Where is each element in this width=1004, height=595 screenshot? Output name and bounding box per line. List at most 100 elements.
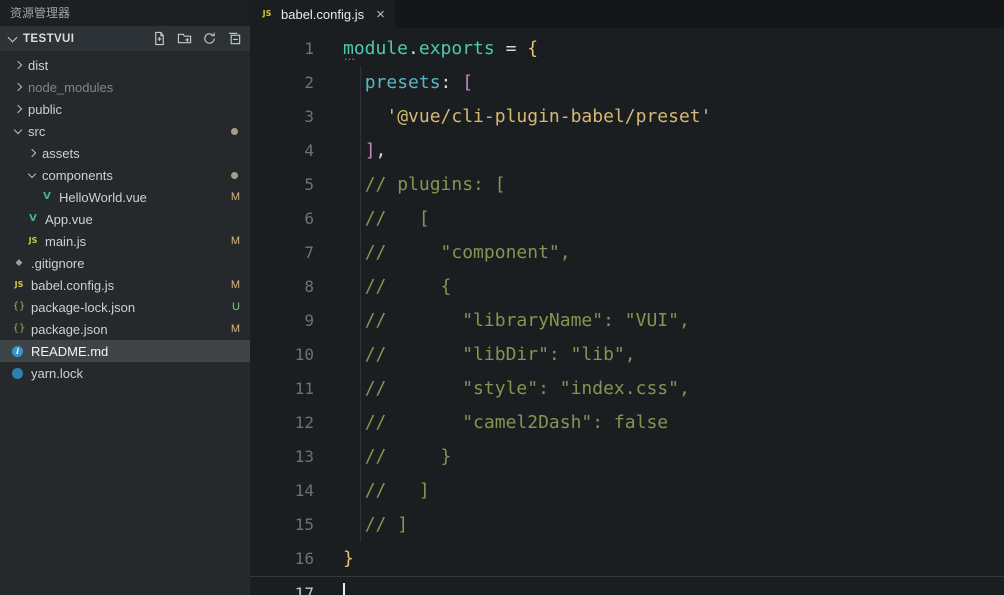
code-text: // { bbox=[364, 276, 452, 297]
code-line-5[interactable]: 5 // plugins: [ bbox=[250, 168, 1004, 202]
code-line-1[interactable]: 1 module.exports = { bbox=[250, 32, 1004, 66]
file-label: node_modules bbox=[28, 79, 114, 95]
info-icon: i bbox=[12, 345, 23, 357]
code-editor: 1 module.exports = {2 presets: [3 '@vue/c… bbox=[250, 28, 1004, 595]
tree-item-readme-md[interactable]: i README.md bbox=[0, 340, 250, 362]
inline-hint-ellipsis: … bbox=[344, 50, 356, 63]
code-line-14[interactable]: 14 // ] bbox=[250, 474, 1004, 508]
code-text: // } bbox=[364, 446, 452, 467]
text-cursor bbox=[343, 583, 345, 595]
line-number: 11 bbox=[294, 379, 314, 398]
chevron-right-icon bbox=[12, 81, 24, 93]
code-lines: 1 module.exports = {2 presets: [3 '@vue/c… bbox=[250, 32, 1004, 595]
tree-item--gitignore[interactable]: ◆ .gitignore bbox=[0, 252, 250, 274]
tree-item-assets[interactable]: assets bbox=[0, 142, 250, 164]
code-text: // [ bbox=[364, 208, 430, 229]
line-number: 12 bbox=[294, 413, 314, 432]
tree-item-helloworld-vue[interactable]: V HelloWorld.vue M bbox=[0, 186, 250, 208]
tree-item-main-js[interactable]: JS main.js M bbox=[0, 230, 250, 252]
line-number: 16 bbox=[294, 549, 314, 568]
code-line-9[interactable]: 9 // "libraryName": "VUI", bbox=[250, 304, 1004, 338]
file-label: assets bbox=[42, 145, 80, 161]
tab-label: babel.config.js bbox=[281, 6, 365, 22]
code-text: presets: [ bbox=[364, 72, 474, 93]
tree-item-app-vue[interactable]: V App.vue bbox=[0, 208, 250, 230]
chevron-right-icon bbox=[26, 147, 38, 159]
chevron-right-icon bbox=[12, 103, 24, 115]
project-section-header[interactable]: TESTVUI bbox=[0, 26, 250, 51]
js-icon: JS bbox=[28, 236, 38, 245]
code-line-10[interactable]: 10 // "libDir": "lib", bbox=[250, 338, 1004, 372]
project-name: TESTVUI bbox=[23, 32, 75, 45]
tree-item-babel-config-js[interactable]: JS babel.config.js M bbox=[0, 274, 250, 296]
line-number: 5 bbox=[304, 175, 314, 194]
tree-item-src[interactable]: src bbox=[0, 120, 250, 142]
code-line-17[interactable]: 17 bbox=[250, 576, 1004, 595]
chevron-right-icon bbox=[12, 59, 24, 71]
file-label: README.md bbox=[31, 343, 109, 359]
code-text: // "libDir": "lib", bbox=[364, 344, 636, 365]
line-number: 9 bbox=[304, 311, 314, 330]
code-text: // ] bbox=[364, 480, 430, 501]
code-line-15[interactable]: 15 // ] bbox=[250, 508, 1004, 542]
code-line-11[interactable]: 11 // "style": "index.css", bbox=[250, 372, 1004, 406]
tree-item-package-json[interactable]: {} package.json M bbox=[0, 318, 250, 340]
file-label: babel.config.js bbox=[31, 277, 115, 293]
tree-item-components[interactable]: components bbox=[0, 164, 250, 186]
line-number: 2 bbox=[304, 73, 314, 92]
tab-babel-config[interactable]: JS babel.config.js × bbox=[250, 0, 395, 28]
code-line-16[interactable]: 16} bbox=[250, 542, 1004, 576]
vscode-window: 资源管理器 TESTVUI dist node_modules public s… bbox=[0, 0, 1004, 595]
file-label: dist bbox=[28, 57, 49, 73]
new-folder-icon[interactable] bbox=[176, 31, 192, 47]
code-line-4[interactable]: 4 ], bbox=[250, 134, 1004, 168]
file-label: HelloWorld.vue bbox=[59, 189, 147, 205]
code-line-3[interactable]: 3 '@vue/cli-plugin-babel/preset' bbox=[250, 100, 1004, 134]
code-line-2[interactable]: 2 presets: [ bbox=[250, 66, 1004, 100]
file-label: package-lock.json bbox=[31, 299, 136, 315]
tree-item-package-lock-json[interactable]: {} package-lock.json U bbox=[0, 296, 250, 318]
json-icon: {} bbox=[12, 323, 26, 334]
code-text: // "component", bbox=[364, 242, 571, 263]
code-line-6[interactable]: 6 // [ bbox=[250, 202, 1004, 236]
code-line-12[interactable]: 12 // "camel2Dash": false bbox=[250, 406, 1004, 440]
code-text: // "camel2Dash": false bbox=[364, 412, 669, 433]
explorer-sidebar: 资源管理器 TESTVUI dist node_modules public s… bbox=[0, 0, 250, 595]
line-number: 13 bbox=[294, 447, 314, 466]
tab-strip: JS babel.config.js × bbox=[250, 0, 1004, 28]
modified-dot bbox=[231, 127, 238, 135]
tree-item-yarn-lock[interactable]: yarn.lock bbox=[0, 362, 250, 384]
git-status-badge: M bbox=[230, 235, 240, 247]
tree-item-node-modules[interactable]: node_modules bbox=[0, 76, 250, 98]
line-number: 8 bbox=[304, 277, 314, 296]
git-status-badge: M bbox=[230, 323, 240, 335]
code-text: // "libraryName": "VUI", bbox=[364, 310, 690, 331]
close-icon[interactable]: × bbox=[376, 7, 385, 22]
git-icon: ◆ bbox=[15, 258, 23, 268]
yarn-icon bbox=[12, 367, 23, 379]
code-line-13[interactable]: 13 // } bbox=[250, 440, 1004, 474]
file-label: package.json bbox=[31, 321, 108, 337]
line-number: 10 bbox=[294, 345, 314, 364]
code-line-8[interactable]: 8 // { bbox=[250, 270, 1004, 304]
tree-item-public[interactable]: public bbox=[0, 98, 250, 120]
collapse-all-icon[interactable] bbox=[226, 31, 242, 47]
refresh-icon[interactable] bbox=[201, 31, 217, 47]
file-label: App.vue bbox=[45, 211, 93, 227]
modified-dot bbox=[231, 171, 238, 179]
line-number: 4 bbox=[304, 141, 314, 160]
editor-pane: JS babel.config.js × 1 module.exports = {… bbox=[250, 0, 1004, 595]
chevron-down-icon bbox=[7, 32, 18, 43]
new-file-icon[interactable] bbox=[151, 31, 167, 47]
code-text: // "style": "index.css", bbox=[364, 378, 690, 399]
tree-item-dist[interactable]: dist bbox=[0, 54, 250, 76]
chevron-down-icon bbox=[12, 125, 24, 137]
chevron-down-icon bbox=[26, 169, 38, 181]
file-tree: dist node_modulespublic src assets component… bbox=[0, 51, 250, 384]
code-text: // plugins: [ bbox=[364, 174, 506, 195]
git-status-badge: M bbox=[230, 279, 240, 291]
file-label: public bbox=[28, 101, 62, 117]
js-icon: JS bbox=[262, 9, 272, 18]
vue-icon: V bbox=[43, 191, 51, 202]
code-line-7[interactable]: 7 // "component", bbox=[250, 236, 1004, 270]
